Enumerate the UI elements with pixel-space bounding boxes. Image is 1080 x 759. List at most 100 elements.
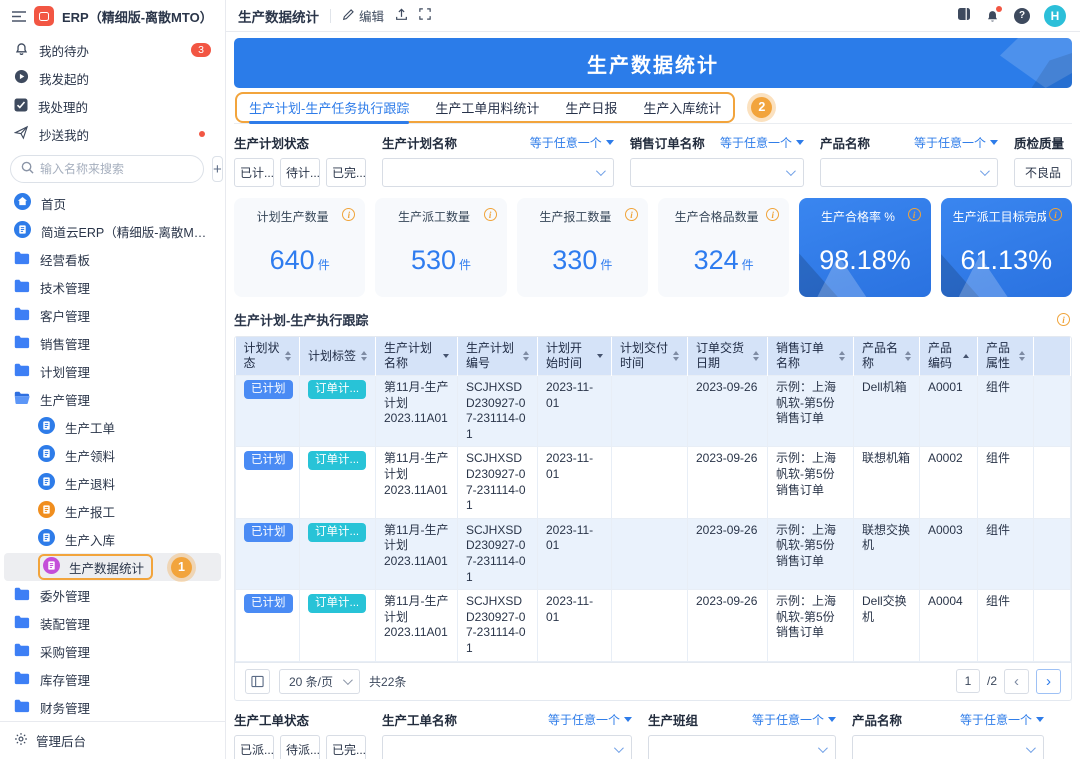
notifications-button[interactable] xyxy=(985,8,1000,23)
status-filter-button[interactable]: 待计... xyxy=(280,158,320,187)
table-row[interactable]: 已计划订单计...第11月-生产计划 2023.11A01SCJHXSDD230… xyxy=(236,447,1071,518)
sidebar-item-委外管理[interactable]: 委外管理 xyxy=(4,581,221,609)
info-icon[interactable]: i xyxy=(484,208,497,221)
help-icon[interactable]: ? xyxy=(1014,8,1030,24)
operator-link[interactable]: 等于任意一个 xyxy=(548,711,632,728)
filter-select[interactable] xyxy=(382,158,614,187)
column-header-产品名称[interactable]: 产品名称 xyxy=(854,337,920,376)
sidebar-item-销售管理[interactable]: 销售管理 xyxy=(4,329,221,357)
next-page-button[interactable]: › xyxy=(1036,669,1061,694)
sidebar-item-经营看板[interactable]: 经营看板 xyxy=(4,245,221,273)
column-header-产品编码[interactable]: 产品编码 xyxy=(920,337,978,376)
caret-down-icon xyxy=(624,717,632,722)
column-header-计划交付时间[interactable]: 计划交付时间 xyxy=(612,337,688,376)
share-button[interactable] xyxy=(395,8,408,24)
sidebar-item-装配管理[interactable]: 装配管理 xyxy=(4,609,221,637)
sidebar-item-财务管理[interactable]: 财务管理 xyxy=(4,693,221,721)
info-icon[interactable]: i xyxy=(908,208,921,221)
sort-desc-icon[interactable] xyxy=(443,354,449,358)
sidebar-quick-item[interactable]: 抄送我的 xyxy=(4,120,221,148)
filter-dropdown-group: 生产计划名称等于任意一个 xyxy=(382,133,614,187)
sort-icon[interactable] xyxy=(753,351,759,361)
status-filter-button[interactable]: 已派... xyxy=(234,735,274,759)
search-input-box[interactable] xyxy=(10,155,204,183)
add-button[interactable]: + xyxy=(212,156,223,182)
info-icon[interactable]: i xyxy=(766,208,779,221)
sort-icon[interactable] xyxy=(1019,351,1025,361)
tab-生产工单用料统计[interactable]: 生产工单用料统计 xyxy=(435,98,539,117)
prev-page-button[interactable]: ‹ xyxy=(1004,669,1029,694)
status-filter-button[interactable]: 已完... xyxy=(326,158,366,187)
filter-select[interactable] xyxy=(630,158,804,187)
sidebar-item-库存管理[interactable]: 库存管理 xyxy=(4,665,221,693)
hamburger-menu-icon[interactable] xyxy=(12,11,26,22)
page-number-input[interactable]: 1 xyxy=(956,669,980,693)
column-header-订单交货日期[interactable]: 订单交货日期 xyxy=(688,337,768,376)
sort-icon[interactable] xyxy=(905,351,911,361)
filter-select[interactable] xyxy=(382,735,632,759)
sidebar-admin-item[interactable]: 管理后台 xyxy=(0,721,225,759)
sidebar-item-生产退料[interactable]: 生产退料 xyxy=(4,469,221,497)
sort-icon[interactable] xyxy=(523,351,529,361)
sidebar-item-生产领料[interactable]: 生产领料 xyxy=(4,441,221,469)
table-row[interactable]: 已计划订单计...第11月-生产计划 2023.11A01SCJHXSDD230… xyxy=(236,376,1071,447)
sidebar-item-首页[interactable]: 首页 xyxy=(4,189,221,217)
sort-desc-icon[interactable] xyxy=(597,354,603,358)
table-row[interactable]: 已计划订单计...第11月-生产计划 2023.11A01SCJHXSDD230… xyxy=(236,518,1071,589)
sidebar-item-技术管理[interactable]: 技术管理 xyxy=(4,273,221,301)
column-header-计划状态[interactable]: 计划状态 xyxy=(236,337,300,376)
column-header-计划标签[interactable]: 计划标签 xyxy=(300,337,376,376)
info-icon[interactable]: i xyxy=(342,208,355,221)
filter-select[interactable] xyxy=(820,158,998,187)
operator-link[interactable]: 等于任意一个 xyxy=(530,134,614,151)
sort-icon[interactable] xyxy=(361,351,367,361)
sidebar-item-采购管理[interactable]: 采购管理 xyxy=(4,637,221,665)
column-header-产品属性[interactable]: 产品属性 xyxy=(978,337,1034,376)
info-icon[interactable]: i xyxy=(1049,208,1062,221)
column-header-生产计划编号[interactable]: 生产计划编号 xyxy=(458,337,538,376)
page-size-select[interactable]: 20 条/页 xyxy=(279,669,360,694)
sidebar-item-生产管理[interactable]: 生产管理 xyxy=(4,385,221,413)
edit-button[interactable]: 编辑 xyxy=(342,6,384,25)
sidebar-item-计划管理[interactable]: 计划管理 xyxy=(4,357,221,385)
sidebar-item-客户管理[interactable]: 客户管理 xyxy=(4,301,221,329)
sidebar-item-生产入库[interactable]: 生产入库 xyxy=(4,525,221,553)
sidebar-quick-item[interactable]: 我处理的 xyxy=(4,92,221,120)
notebook-icon[interactable] xyxy=(957,7,971,24)
operator-link[interactable]: 等于任意一个 xyxy=(752,711,836,728)
tab-生产计划-生产任务执行跟踪[interactable]: 生产计划-生产任务执行跟踪 xyxy=(249,98,409,117)
status-filter-button[interactable]: 待派... xyxy=(280,735,320,759)
sort-icon[interactable] xyxy=(673,351,679,361)
sidebar-item-生产工单[interactable]: 生产工单 xyxy=(4,413,221,441)
filter-select[interactable] xyxy=(852,735,1044,759)
operator-link[interactable]: 等于任意一个 xyxy=(914,134,998,151)
status-filter-button[interactable]: 已计... xyxy=(234,158,274,187)
column-settings-button[interactable] xyxy=(245,669,270,694)
info-icon[interactable]: i xyxy=(625,208,638,221)
quality-filter-button[interactable]: 不良品 xyxy=(1014,158,1072,187)
app-title: ERP（精细版-离散MTO） xyxy=(62,7,213,26)
sidebar-quick-item[interactable]: 我发起的 xyxy=(4,64,221,92)
sidebar-item-简道云ERP（精细版-离散MTO）「...[interactable]: 简道云ERP（精细版-离散MTO）「... xyxy=(4,217,221,245)
sidebar-item-生产数据统计[interactable]: 生产数据统计1 xyxy=(4,553,221,581)
fullscreen-button[interactable] xyxy=(419,8,431,23)
sidebar-quick-item[interactable]: 我的待办3 xyxy=(4,36,221,64)
column-header-生产计划名称[interactable]: 生产计划名称 xyxy=(376,337,458,376)
sort-icon[interactable] xyxy=(839,351,845,361)
status-filter-button[interactable]: 已完... xyxy=(326,735,366,759)
sidebar-item-生产报工[interactable]: 生产报工 xyxy=(4,497,221,525)
operator-link[interactable]: 等于任意一个 xyxy=(720,134,804,151)
tab-生产入库统计[interactable]: 生产入库统计 xyxy=(643,98,721,117)
tab-生产日报[interactable]: 生产日报 xyxy=(565,98,617,117)
avatar[interactable]: H xyxy=(1044,5,1066,27)
table-row[interactable]: 已计划订单计...第11月-生产计划 2023.11A01SCJHXSDD230… xyxy=(236,590,1071,661)
search-input[interactable] xyxy=(40,162,195,176)
sort-asc-icon[interactable] xyxy=(963,354,969,358)
filter-select[interactable] xyxy=(648,735,836,759)
operator-link[interactable]: 等于任意一个 xyxy=(960,711,1044,728)
info-icon[interactable]: i xyxy=(1057,313,1070,326)
column-header-销售订单名称[interactable]: 销售订单名称 xyxy=(768,337,854,376)
column-header-计划开始时间[interactable]: 计划开始时间 xyxy=(538,337,612,376)
sort-icon[interactable] xyxy=(285,351,291,361)
kpi-unit: 件 xyxy=(459,258,471,272)
